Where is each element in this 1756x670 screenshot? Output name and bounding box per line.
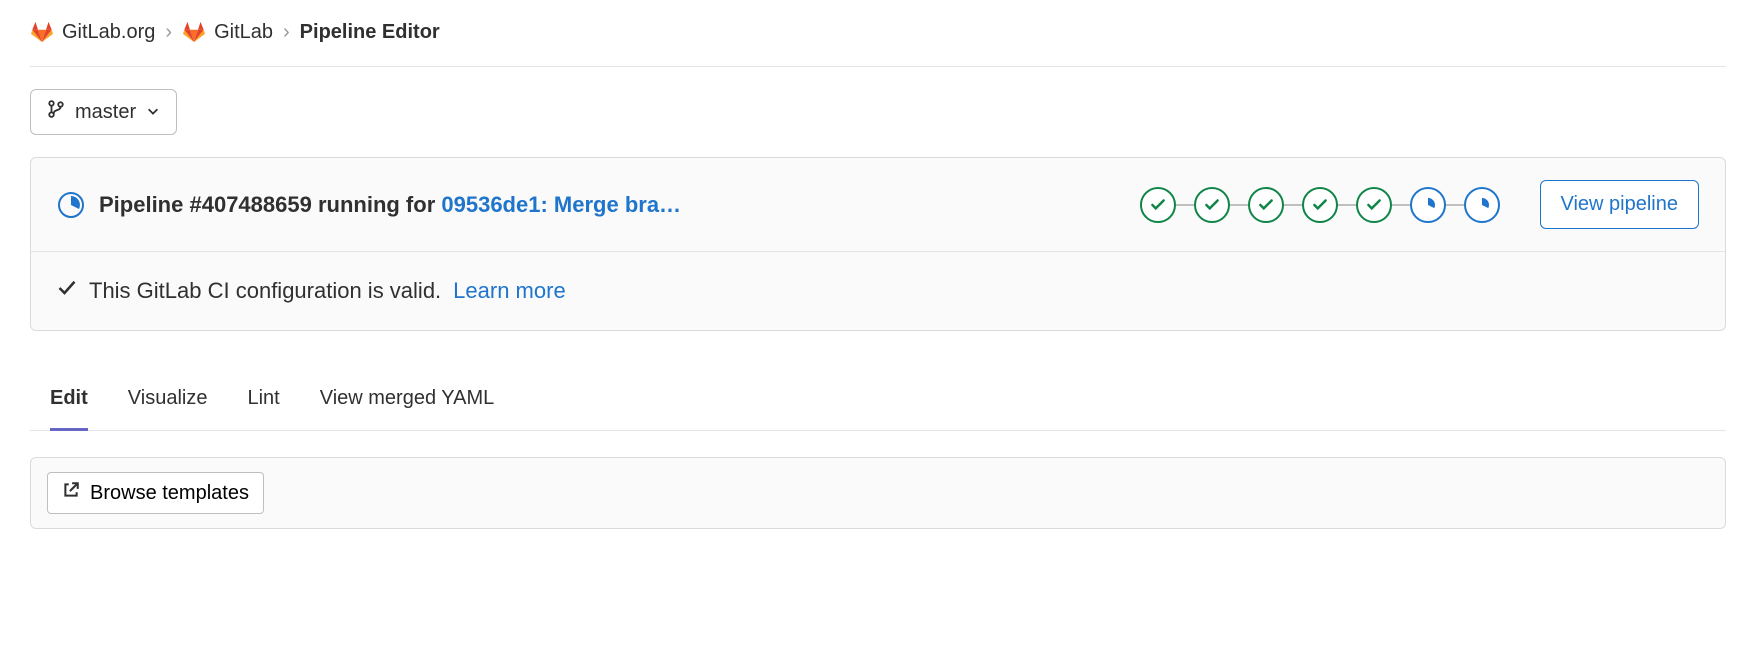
check-icon bbox=[57, 278, 77, 304]
tab-visualize[interactable]: Visualize bbox=[128, 381, 208, 431]
branch-selector[interactable]: master bbox=[30, 89, 177, 135]
chevron-down-icon bbox=[146, 101, 160, 124]
pipeline-status-text: Pipeline #407488659 running for 09536de1… bbox=[99, 192, 681, 218]
stage-pass-icon[interactable] bbox=[1140, 187, 1176, 223]
tab-edit[interactable]: Edit bbox=[50, 381, 88, 431]
stage-connector bbox=[1446, 204, 1464, 206]
browse-templates-button[interactable]: Browse templates bbox=[47, 472, 264, 514]
stage-running-icon[interactable] bbox=[1464, 187, 1500, 223]
pipeline-running-icon bbox=[57, 191, 85, 219]
breadcrumb-item-current: Pipeline Editor bbox=[300, 21, 440, 44]
browse-templates-label: Browse templates bbox=[90, 482, 249, 505]
ci-validation-row: This GitLab CI configuration is valid. L… bbox=[31, 252, 1725, 330]
breadcrumb-item-gitlab-org[interactable]: GitLab.org bbox=[30, 20, 155, 44]
breadcrumb-label: GitLab.org bbox=[62, 21, 155, 44]
breadcrumb-separator-icon: › bbox=[283, 21, 290, 44]
view-pipeline-button[interactable]: View pipeline bbox=[1540, 180, 1700, 229]
commit-link[interactable]: 09536de1: Merge bra… bbox=[441, 192, 681, 217]
stage-connector bbox=[1230, 204, 1248, 206]
stage-pass-icon[interactable] bbox=[1302, 187, 1338, 223]
stage-connector bbox=[1284, 204, 1302, 206]
branch-icon bbox=[47, 100, 65, 124]
breadcrumb-label: GitLab bbox=[214, 21, 273, 44]
stage-connector bbox=[1338, 204, 1356, 206]
stage-pass-icon[interactable] bbox=[1194, 187, 1230, 223]
external-link-icon bbox=[62, 481, 80, 505]
tab-view-merged-yaml[interactable]: View merged YAML bbox=[320, 381, 495, 431]
stage-pass-icon[interactable] bbox=[1248, 187, 1284, 223]
breadcrumb-separator-icon: › bbox=[165, 21, 172, 44]
stage-pass-icon[interactable] bbox=[1356, 187, 1392, 223]
learn-more-link[interactable]: Learn more bbox=[453, 278, 566, 304]
pipeline-status-row: Pipeline #407488659 running for 09536de1… bbox=[31, 158, 1725, 252]
pipeline-stages bbox=[1140, 187, 1500, 223]
breadcrumb-label: Pipeline Editor bbox=[300, 21, 440, 44]
stage-connector bbox=[1176, 204, 1194, 206]
stage-connector bbox=[1392, 204, 1410, 206]
pipeline-status-card: Pipeline #407488659 running for 09536de1… bbox=[30, 157, 1726, 331]
validation-message: This GitLab CI configuration is valid. bbox=[89, 278, 441, 304]
gitlab-logo-icon bbox=[182, 20, 206, 44]
editor-panel: Browse templates bbox=[30, 457, 1726, 529]
gitlab-logo-icon bbox=[30, 20, 54, 44]
stage-running-icon[interactable] bbox=[1410, 187, 1446, 223]
editor-tabs: Edit Visualize Lint View merged YAML bbox=[30, 381, 1726, 431]
tab-lint[interactable]: Lint bbox=[247, 381, 279, 431]
breadcrumb-item-gitlab[interactable]: GitLab bbox=[182, 20, 273, 44]
branch-name: master bbox=[75, 101, 136, 124]
breadcrumb: GitLab.org › GitLab › Pipeline Editor bbox=[30, 20, 1726, 67]
